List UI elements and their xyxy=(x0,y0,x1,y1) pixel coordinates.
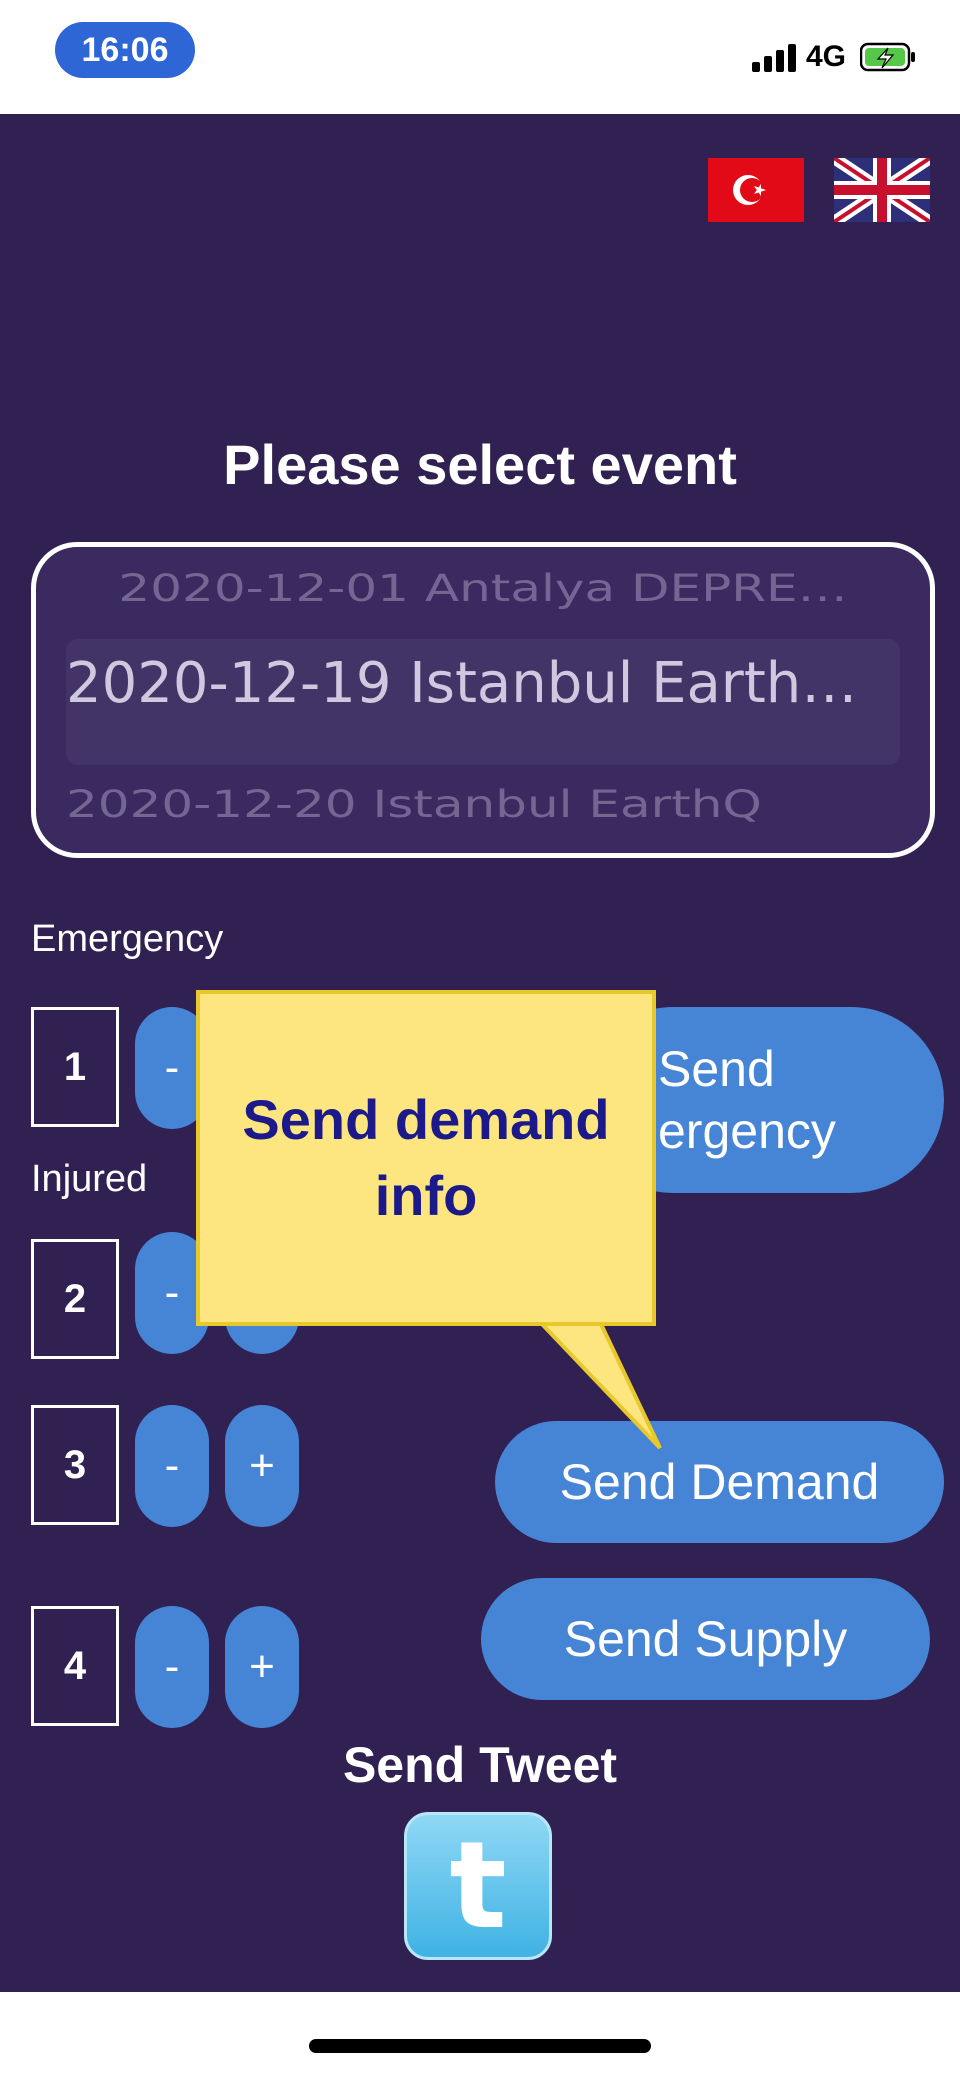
picker-option-prev[interactable]: 2020-12-01 Antalya DEPRE… xyxy=(36,567,930,612)
send-tweet-label: Send Tweet xyxy=(342,1737,618,1793)
status-time: 16:06 xyxy=(55,22,195,78)
uk-flag-icon[interactable] xyxy=(834,158,930,222)
emergency-count: 1 xyxy=(31,1007,119,1127)
network-type: 4G xyxy=(806,40,847,73)
counter-4-minus-button[interactable]: - xyxy=(135,1606,209,1728)
emergency-label: Emergency xyxy=(31,918,224,960)
twitter-icon[interactable]: t xyxy=(404,1812,552,1960)
tutorial-callout: Send demand info xyxy=(196,990,656,1326)
picker-option-selected[interactable]: 2020-12-19 Istanbul EarthQ… xyxy=(66,651,900,716)
injured-count: 2 xyxy=(31,1239,119,1359)
counter-3-minus-button[interactable]: - xyxy=(135,1405,209,1527)
home-indicator-area xyxy=(0,1992,960,2079)
event-picker[interactable]: 2020-12-01 Antalya DEPRE… 2020-12-19 Ist… xyxy=(31,542,935,858)
counter-3-value: 3 xyxy=(31,1405,119,1525)
battery-charging-icon xyxy=(860,42,915,72)
home-indicator xyxy=(309,2039,651,2053)
send-supply-button[interactable]: Send Supply xyxy=(481,1578,930,1700)
counter-3-plus-button[interactable]: + xyxy=(225,1405,299,1527)
send-demand-button[interactable]: Send Demand xyxy=(495,1421,944,1543)
counter-4-value: 4 xyxy=(31,1606,119,1726)
status-bar: 16:06 4G xyxy=(0,0,960,114)
select-event-title: Please select event xyxy=(223,433,737,496)
signal-icon xyxy=(752,44,798,72)
counter-4-plus-button[interactable]: + xyxy=(225,1606,299,1728)
picker-option-next[interactable]: 2020-12-20 Istanbul EarthQ xyxy=(36,783,930,828)
turkish-flag-icon[interactable] xyxy=(708,158,804,222)
injured-label: Injured xyxy=(31,1158,148,1200)
